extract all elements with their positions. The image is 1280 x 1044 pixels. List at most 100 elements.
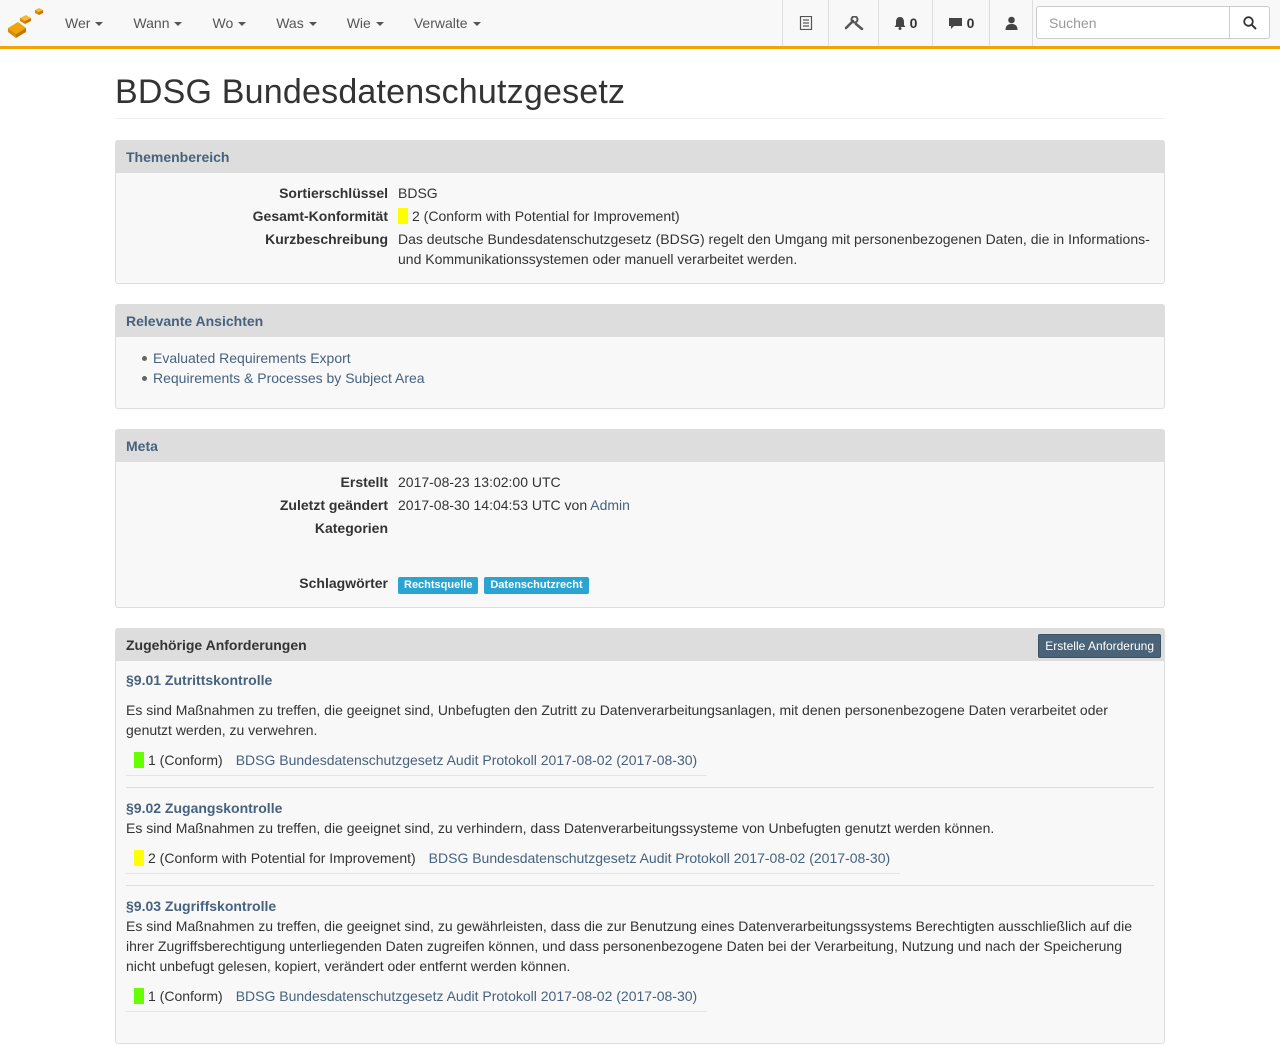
menu-wer[interactable]: Wer (50, 0, 118, 46)
description-value: Das deutsche Bundesdatenschutzgesetz (BD… (398, 231, 1150, 267)
conformity-value-cell: 2 (Conform with Potential for Improvemen… (398, 206, 1154, 226)
caret-down-icon (308, 22, 317, 27)
modified-label: Zuletzt geändert (279, 497, 388, 513)
description-row: Kurzbeschreibung Das deutsche Bundesdate… (126, 229, 1154, 269)
conformity-label: Gesamt-Konformität (252, 208, 388, 224)
list-item: Requirements & Processes by Subject Area (142, 368, 1154, 388)
requirement-description: Es sind Maßnahmen zu treffen, die geeign… (126, 820, 995, 836)
caret-down-icon (238, 22, 247, 27)
requirement-item: §9.03 Zugriffskontrolle Es sind Maßnahme… (126, 896, 1154, 1023)
tag-datenschutzrecht[interactable]: Datenschutzrecht (484, 577, 589, 594)
main-content: BDSG Bundesdatenschutzgesetz Themenberei… (115, 49, 1165, 1044)
view-link-evaluated-export[interactable]: Evaluated Requirements Export (153, 350, 351, 366)
evaluation-value: 2 (Conform with Potential for Improvemen… (148, 850, 416, 866)
menu-label: Wann (133, 15, 170, 31)
comment-icon (948, 17, 962, 29)
requirement-description: Es sind Maßnahmen zu treffen, die geeign… (126, 702, 1108, 738)
modified-row: Zuletzt geändert 2017-08-30 14:04:53 UTC… (126, 495, 1154, 515)
main-menu: Wer Wann Wo Was Wie Verwalte (50, 0, 496, 46)
view-link-requirements-processes[interactable]: Requirements & Processes by Subject Area (153, 370, 425, 386)
requirement-item: §9.01 Zutrittskontrolle Es sind Maßnahme… (126, 670, 1154, 788)
tools-button[interactable] (828, 0, 878, 46)
evaluation-swatch (134, 850, 144, 866)
requirements-panel: Zugehörige Anforderungen Erstelle Anford… (115, 628, 1165, 1044)
created-label: Erstellt (340, 474, 388, 490)
modified-value-cell: 2017-08-30 14:04:53 UTC von Admin (398, 495, 1154, 515)
menu-verwalte[interactable]: Verwalte (399, 0, 496, 46)
evaluation-value: 1 (Conform) (148, 988, 223, 1004)
menu-wann[interactable]: Wann (118, 0, 197, 46)
requirement-title[interactable]: §9.03 Zugriffskontrolle (126, 896, 276, 916)
tags-row: Schlagwörter Rechtsquelle Datenschutzrec… (126, 573, 1154, 594)
top-navbar: Wer Wann Wo Was Wie Verwalte 0 0 Suchen (0, 0, 1280, 49)
notifications-button[interactable]: 0 (878, 0, 932, 46)
panel-heading: Themenbereich (116, 141, 1164, 173)
app-logo[interactable] (6, 6, 46, 40)
panel-body: Erstellt 2017-08-23 13:02:00 UTC Zuletzt… (116, 462, 1164, 607)
conformity-value: 2 (Conform with Potential for Improvemen… (412, 208, 680, 224)
relevant-views-panel: Relevante Ansichten Evaluated Requiremen… (115, 304, 1165, 409)
tags-label: Schlagwörter (299, 575, 388, 591)
caret-down-icon (174, 22, 183, 27)
created-value: 2017-08-23 13:02:00 UTC (398, 474, 561, 490)
panel-heading: Meta (116, 430, 1164, 462)
audit-link[interactable]: BDSG Bundesdatenschutzgesetz Audit Proto… (236, 752, 698, 768)
create-requirement-button[interactable]: Erstelle Anforderung (1038, 634, 1161, 658)
list-icon (799, 16, 812, 30)
notifications-count: 0 (909, 15, 918, 31)
panel-body: §9.01 Zutrittskontrolle Es sind Maßnahme… (116, 661, 1164, 1043)
nav-toolbar: 0 0 (782, 0, 1033, 46)
requirement-evaluation: 1 (Conform) BDSG Bundesdatenschutzgesetz … (126, 745, 708, 776)
subject-area-panel: Themenbereich Sortierschlüssel BDSG Gesa… (115, 140, 1165, 284)
wrench-icon (844, 16, 863, 30)
requirements-heading: Zugehörige Anforderungen (126, 637, 307, 653)
sort-key-row: Sortierschlüssel BDSG (126, 183, 1154, 203)
audit-link[interactable]: BDSG Bundesdatenschutzgesetz Audit Proto… (429, 850, 891, 866)
page-title: BDSG Bundesdatenschutzgesetz (115, 73, 1165, 119)
menu-wie[interactable]: Wie (332, 0, 399, 46)
search-button[interactable] (1230, 6, 1270, 39)
requirement-title[interactable]: §9.01 Zutrittskontrolle (126, 670, 272, 690)
conformity-row: Gesamt-Konformität 2 (Conform with Poten… (126, 206, 1154, 226)
menu-label: Wo (212, 15, 234, 31)
audit-link[interactable]: BDSG Bundesdatenschutzgesetz Audit Proto… (236, 988, 698, 1004)
requirement-description: Es sind Maßnahmen zu treffen, die geeign… (126, 918, 1132, 974)
menu-label: Wer (65, 15, 91, 31)
modified-by-link[interactable]: Admin (590, 497, 630, 513)
search-icon (1242, 15, 1257, 30)
panel-body: Sortierschlüssel BDSG Gesamt-Konformität… (116, 173, 1164, 283)
logo-icon (8, 8, 43, 38)
categories-label: Kategorien (314, 520, 388, 536)
tag-rechtsquelle[interactable]: Rechtsquelle (398, 577, 479, 594)
list-item: Evaluated Requirements Export (142, 348, 1154, 368)
search-form (1036, 6, 1270, 39)
description-label: Kurzbeschreibung (265, 231, 388, 247)
conformity-swatch (398, 208, 408, 224)
menu-label: Wie (346, 15, 371, 31)
user-icon (1005, 16, 1017, 30)
meta-panel: Meta Erstellt 2017-08-23 13:02:00 UTC Zu… (115, 429, 1165, 608)
user-button[interactable] (989, 0, 1033, 46)
messages-count: 0 (966, 15, 975, 31)
caret-down-icon (472, 22, 481, 27)
evaluation-swatch (134, 988, 144, 1004)
menu-label: Was (276, 15, 304, 31)
bell-icon (894, 17, 906, 30)
categories-value (398, 518, 1154, 570)
requirement-item: §9.02 Zugangskontrolle Es sind Maßnahmen… (126, 798, 1154, 886)
panel-heading: Zugehörige Anforderungen Erstelle Anford… (116, 629, 1164, 661)
menu-wo[interactable]: Wo (197, 0, 261, 46)
requirement-title[interactable]: §9.02 Zugangskontrolle (126, 798, 282, 818)
caret-down-icon (95, 22, 104, 27)
evaluation-value: 1 (Conform) (148, 752, 223, 768)
panel-heading: Relevante Ansichten (116, 305, 1164, 337)
messages-button[interactable]: 0 (932, 0, 989, 46)
tags-value: Rechtsquelle Datenschutzrecht (398, 573, 1154, 594)
search-input[interactable] (1036, 6, 1230, 39)
sort-key-value: BDSG (398, 185, 438, 201)
menu-was[interactable]: Was (261, 0, 331, 46)
caret-down-icon (375, 22, 384, 27)
views-list: Evaluated Requirements Export Requiremen… (126, 348, 1154, 388)
list-button[interactable] (782, 0, 828, 46)
requirement-evaluation: 1 (Conform) BDSG Bundesdatenschutzgesetz … (126, 981, 708, 1012)
